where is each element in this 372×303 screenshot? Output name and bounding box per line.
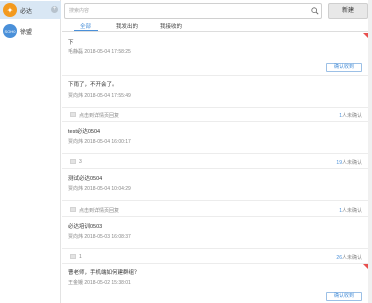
divider [62,216,368,217]
conversation-sidebar: ✦ 必达 + SOH0 徐盟 [0,0,61,303]
confirm-received-button[interactable]: 确认收到 [326,63,362,72]
unconfirmed-count[interactable]: 1人未确认 [339,112,362,119]
divider [62,107,368,108]
reply-link[interactable]: 点击到详情页回复 [79,207,119,214]
reply-icon[interactable] [70,254,76,259]
message-meta: 贾向炜 2018-05-04 16:00:17 [68,139,131,145]
divider [62,263,368,264]
divider [62,200,368,201]
reply-link[interactable]: 点击到详情页回复 [79,112,119,119]
divider [62,121,368,122]
unconfirmed-count[interactable]: 26人未确认 [336,254,362,261]
sidebar-item-label: 必达 [20,9,33,15]
main-panel: 新建 全部 我发出的 我接收的 下 毛静磊 2018-05-04 17:58:2… [62,0,372,303]
active-tab-indicator [74,30,98,31]
unconfirmed-count[interactable]: 1人未确认 [339,207,362,214]
message-list: 下 毛静磊 2018-05-04 17:58:25 确认收到 下雨了，不开会了。… [62,33,368,303]
confirm-received-button[interactable]: 确认收到 [326,292,362,301]
reply-icon[interactable] [70,207,76,212]
search-box [64,3,322,19]
message-meta: 贾向炜 2018-05-04 10:04:29 [68,186,131,192]
reply-icon[interactable] [70,159,76,164]
divider [62,153,368,154]
message-meta: 贾向炜 2018-05-04 17:55:49 [68,93,131,99]
message-meta: 王金娥 2018-05-02 15:38:01 [68,280,131,286]
search-icon[interactable] [311,7,319,15]
divider [62,248,368,249]
divider [62,168,368,169]
unconfirmed-count[interactable]: 19人未确认 [336,159,362,166]
message-title[interactable]: 下雨了，不开会了。 [68,80,118,88]
message-meta: 贾向炜 2018-05-03 16:08:37 [68,234,131,240]
message-meta: 毛静磊 2018-05-04 17:58:25 [68,49,131,55]
sidebar-item-xumeng[interactable]: SOH0 徐盟 [0,22,61,40]
message-title[interactable]: 必达培训0503 [68,222,102,230]
tab-all[interactable]: 全部 [80,22,91,30]
tab-received[interactable]: 我接收的 [160,22,182,30]
reply-icon[interactable] [70,112,76,117]
scrollbar[interactable] [368,0,372,303]
message-title[interactable]: 下 [68,38,74,46]
reply-count[interactable]: 3 [79,159,82,165]
reply-count[interactable]: 1 [79,254,82,260]
add-icon[interactable]: + [51,6,58,13]
message-title[interactable]: 测试必达0504 [68,174,102,182]
tab-sent[interactable]: 我发出的 [116,22,138,30]
divider [62,75,368,76]
message-title[interactable]: test必达0504 [68,127,100,135]
sidebar-item-label: 徐盟 [20,30,33,36]
sidebar-item-bida[interactable]: ✦ 必达 + [0,1,61,19]
message-title[interactable]: 曹老师，手机端如何建群组？ [68,268,140,276]
bida-avatar: ✦ [3,3,17,17]
new-button[interactable]: 新建 [328,3,368,19]
search-input[interactable] [65,4,305,18]
tab-bar: 全部 我发出的 我接收的 [62,21,368,32]
avatar: SOH0 [3,24,17,38]
